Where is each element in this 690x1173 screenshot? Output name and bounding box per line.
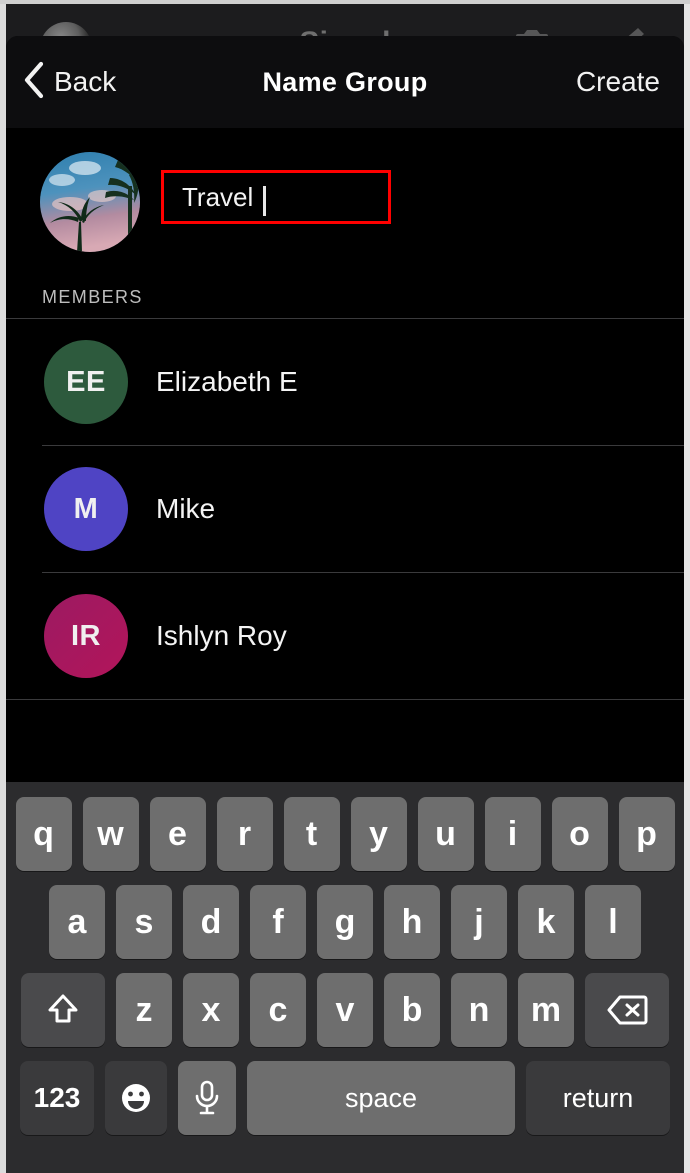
key-j[interactable]: j: [451, 885, 507, 959]
keyboard-row-1: q w e r t y u i o p: [6, 790, 684, 878]
key-p[interactable]: p: [618, 797, 675, 871]
key-h[interactable]: h: [384, 885, 440, 959]
key-w[interactable]: w: [82, 797, 139, 871]
list-bottom-spacer: [6, 700, 684, 766]
key-i[interactable]: i: [484, 797, 541, 871]
group-photo-avatar[interactable]: [40, 152, 140, 252]
key-k[interactable]: k: [518, 885, 574, 959]
key-v[interactable]: v: [317, 973, 373, 1047]
microphone-key[interactable]: [178, 1061, 236, 1135]
member-name: Elizabeth E: [156, 366, 298, 397]
key-z[interactable]: z: [116, 973, 172, 1047]
backspace-key[interactable]: [585, 973, 669, 1047]
key-l[interactable]: l: [585, 885, 641, 959]
emoji-key[interactable]: [105, 1061, 167, 1135]
key-n[interactable]: n: [451, 973, 507, 1047]
member-name: Mike: [156, 493, 216, 524]
create-button[interactable]: Create: [576, 66, 660, 98]
list-item[interactable]: M Mike: [6, 446, 684, 572]
navigation-bar: Back Name Group Create: [6, 36, 684, 128]
group-name-input-highlight: [161, 170, 517, 224]
screenshot-frame-top: [0, 0, 690, 4]
key-y[interactable]: y: [350, 797, 407, 871]
key-b[interactable]: b: [384, 973, 440, 1047]
avatar: M: [44, 467, 128, 551]
key-f[interactable]: f: [250, 885, 306, 959]
key-q[interactable]: q: [15, 797, 72, 871]
keyboard-row-2: a s d f g h j k l: [6, 878, 684, 966]
key-d[interactable]: d: [183, 885, 239, 959]
back-label: Back: [54, 66, 117, 97]
key-s[interactable]: s: [116, 885, 172, 959]
avatar: EE: [44, 340, 128, 424]
key-e[interactable]: e: [149, 797, 206, 871]
members-section-header: MEMBERS: [6, 276, 684, 318]
text-cursor: [263, 186, 266, 216]
key-g[interactable]: g: [317, 885, 373, 959]
keyboard-row-4: 123 space return: [6, 1054, 684, 1142]
key-x[interactable]: x: [183, 973, 239, 1047]
key-r[interactable]: r: [216, 797, 273, 871]
back-button[interactable]: Back: [22, 61, 116, 104]
key-m[interactable]: m: [518, 973, 574, 1047]
group-name-input[interactable]: [164, 181, 517, 213]
phone-screenshot: Signal Back Name Group Create: [0, 0, 690, 1173]
on-screen-keyboard: q w e r t y u i o p a s d f g h j k l z …: [6, 782, 684, 1173]
key-o[interactable]: o: [551, 797, 608, 871]
list-item[interactable]: EE Elizabeth E: [6, 319, 684, 445]
avatar: IR: [44, 594, 128, 678]
member-name: Ishlyn Roy: [156, 620, 287, 651]
key-a[interactable]: a: [49, 885, 105, 959]
chevron-left-icon: [22, 61, 44, 104]
key-t[interactable]: t: [283, 797, 340, 871]
space-key[interactable]: space: [247, 1061, 515, 1135]
microphone-icon: [192, 1079, 222, 1117]
shift-arrow-icon: [44, 991, 82, 1029]
screenshot-frame-left: [0, 0, 6, 1173]
shift-key[interactable]: [21, 973, 105, 1047]
key-c[interactable]: c: [250, 973, 306, 1047]
numbers-key[interactable]: 123: [20, 1061, 94, 1135]
return-key[interactable]: return: [526, 1061, 670, 1135]
emoji-smiley-icon: [118, 1080, 154, 1116]
keyboard-row-3: z x c v b n m: [6, 966, 684, 1054]
group-name-row: [6, 128, 684, 276]
screenshot-frame-right: [684, 0, 690, 1173]
list-item[interactable]: IR Ishlyn Roy: [6, 573, 684, 699]
backspace-delete-icon: [606, 994, 648, 1026]
key-u[interactable]: u: [417, 797, 474, 871]
